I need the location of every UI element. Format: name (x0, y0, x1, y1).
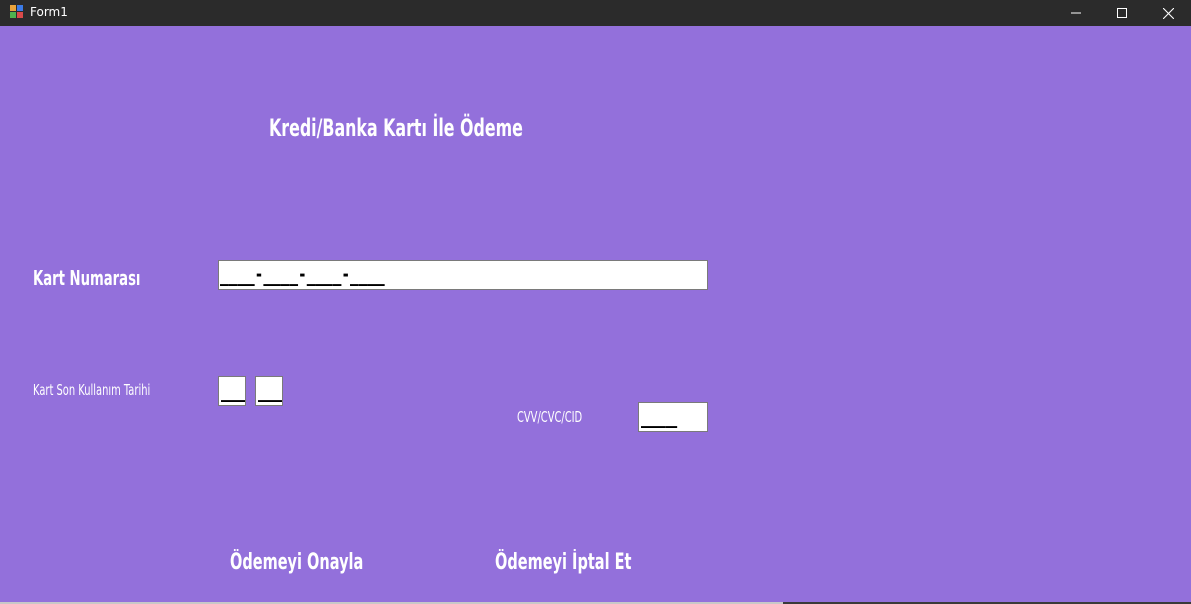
card-number-mask: ____-____-____-____ (220, 262, 385, 286)
window-title: Form1 (30, 5, 68, 19)
card-number-label: Kart Numarası (33, 266, 141, 290)
cancel-payment-button[interactable]: Ödemeyi İptal Et (495, 550, 631, 575)
minimize-button[interactable] (1053, 0, 1099, 26)
confirm-payment-button[interactable]: Ödemeyi Onayla (230, 550, 363, 575)
cvv-mask: ___ (641, 404, 678, 428)
expiry-year-input[interactable]: __ (255, 376, 283, 406)
payment-heading: Kredi/Banka Kartı İle Ödeme (269, 114, 523, 142)
expiry-date-label: Kart Son Kullanım Tarihi (33, 381, 151, 399)
minimize-icon (1071, 12, 1081, 14)
form-client-area (1, 26, 1190, 602)
card-number-input[interactable]: ____-____-____-____ (218, 260, 708, 290)
winforms-app-icon (10, 5, 24, 19)
expiry-month-mask: __ (221, 378, 246, 402)
close-button[interactable] (1145, 0, 1191, 26)
expiry-month-input[interactable]: __ (218, 376, 246, 406)
cvv-label: CVV/CVC/CID (517, 408, 583, 426)
form1-window: Form1 Kredi/Banka Kartı İle Ödeme Kart N… (0, 0, 1191, 604)
expiry-year-mask: __ (258, 378, 283, 402)
maximize-button[interactable] (1099, 0, 1145, 26)
close-icon (1162, 7, 1174, 19)
maximize-icon (1117, 8, 1127, 18)
title-bar[interactable]: Form1 (0, 0, 1191, 26)
cvv-input[interactable]: ___ (638, 402, 708, 432)
